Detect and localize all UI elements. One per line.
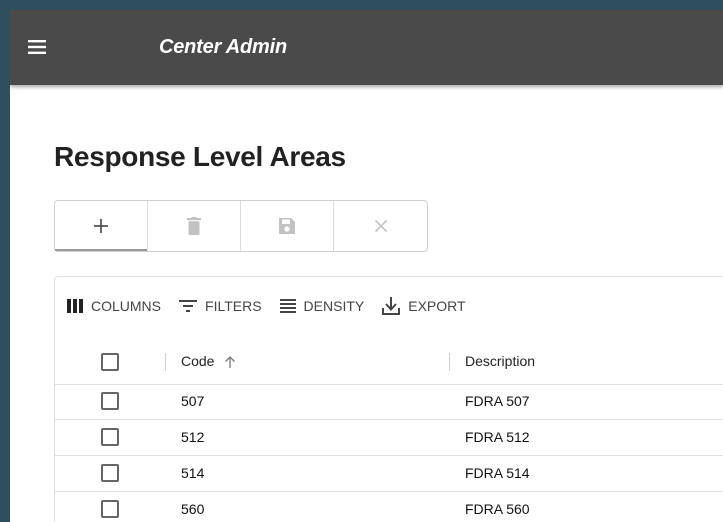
export-label: EXPORT xyxy=(408,298,466,314)
columns-icon xyxy=(67,299,83,313)
table-row[interactable]: 512 FDRA 512 xyxy=(55,420,723,456)
filters-label: FILTERS xyxy=(205,298,262,314)
table-row[interactable]: 514 FDRA 514 xyxy=(55,456,723,492)
save-button[interactable] xyxy=(241,201,334,251)
page-title: Response Level Areas xyxy=(54,141,346,172)
column-header-code-label: Code xyxy=(181,353,215,369)
cell-description: FDRA 560 xyxy=(465,501,530,517)
columns-label: COLUMNS xyxy=(91,298,162,314)
columns-button[interactable]: COLUMNS xyxy=(67,298,161,314)
select-all-checkbox[interactable] xyxy=(101,353,119,371)
cell-code: 560 xyxy=(181,501,205,517)
arrow-up-icon xyxy=(225,355,236,368)
column-header-description[interactable]: Description xyxy=(465,353,535,369)
grid-header-row: Code Description xyxy=(55,340,723,385)
trash-icon xyxy=(187,217,201,235)
grid-toolbar: COLUMNS FILTERS DENSITY EXPORT xyxy=(67,293,484,319)
cell-code: 512 xyxy=(181,429,205,445)
column-separator[interactable] xyxy=(449,353,450,371)
close-icon xyxy=(374,219,387,233)
row-checkbox[interactable] xyxy=(101,500,119,518)
plus-icon xyxy=(94,219,108,233)
save-icon xyxy=(279,218,295,234)
app-title: Center Admin xyxy=(159,36,287,58)
cell-code: 514 xyxy=(181,465,205,481)
density-button[interactable]: DENSITY xyxy=(279,298,365,314)
cell-description: FDRA 512 xyxy=(465,429,530,445)
table-row[interactable]: 507 FDRA 507 xyxy=(55,384,723,420)
app-window: Center Admin Response Level Areas COLUMN… xyxy=(10,10,723,522)
filters-button[interactable]: FILTERS xyxy=(179,298,262,314)
download-icon xyxy=(382,297,401,315)
delete-button[interactable] xyxy=(148,201,241,251)
table-row[interactable]: 560 FDRA 560 xyxy=(55,492,723,522)
row-checkbox[interactable] xyxy=(101,464,119,482)
cell-code: 507 xyxy=(181,393,205,409)
export-button[interactable]: EXPORT xyxy=(382,297,466,315)
column-separator[interactable] xyxy=(165,353,166,371)
data-grid: COLUMNS FILTERS DENSITY EXPORT Code Desc… xyxy=(54,276,723,522)
column-header-code[interactable]: Code xyxy=(181,353,236,369)
add-button[interactable] xyxy=(55,201,148,251)
action-toolbar xyxy=(54,200,428,252)
row-checkbox[interactable] xyxy=(101,392,119,410)
density-icon xyxy=(279,299,296,313)
row-checkbox[interactable] xyxy=(101,428,119,446)
filter-icon xyxy=(179,300,198,312)
cell-description: FDRA 514 xyxy=(465,465,530,481)
cancel-button[interactable] xyxy=(334,201,427,251)
menu-icon[interactable] xyxy=(28,40,56,60)
app-bar: Center Admin xyxy=(10,10,723,85)
cell-description: FDRA 507 xyxy=(465,393,530,409)
density-label: DENSITY xyxy=(303,298,365,314)
